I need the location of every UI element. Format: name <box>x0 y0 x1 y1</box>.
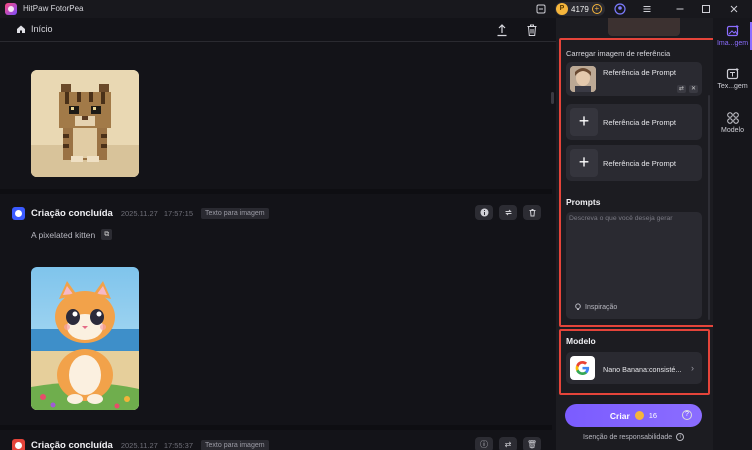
feed-separator <box>0 425 552 430</box>
app-logo-icon <box>5 3 17 15</box>
main-toolbar: Início <box>0 18 556 42</box>
create-label: Criar <box>609 410 630 421</box>
generation-title: Criação concluída <box>31 440 113 450</box>
create-button[interactable]: Criar 16 ? <box>565 404 702 427</box>
panel-scrollbar[interactable] <box>708 95 710 320</box>
copy-icon[interactable]: ⧉ <box>101 229 113 240</box>
info-button[interactable]: ⓘ <box>475 437 493 450</box>
model-heading: Modelo <box>566 336 596 346</box>
image-add-icon <box>726 24 740 38</box>
export-icon[interactable] <box>496 23 508 37</box>
pixel-kitten-image[interactable] <box>31 70 139 177</box>
text-image-icon <box>726 67 740 81</box>
chevron-right-icon: › <box>691 363 694 373</box>
notification-box-icon[interactable] <box>535 3 547 15</box>
feed-scrollbar[interactable] <box>551 92 554 104</box>
prompt-placeholder: Descreva o que você deseja gerar <box>569 215 673 222</box>
credits-badge[interactable]: P 4179 + <box>555 2 605 16</box>
maximize-icon[interactable] <box>700 3 712 15</box>
inspiration-button[interactable]: Inspiração <box>574 303 617 311</box>
info-button[interactable] <box>475 205 493 220</box>
google-logo-icon <box>570 356 595 380</box>
prompts-heading: Prompts <box>566 197 601 207</box>
model-name: Nano Banana:consisté... <box>603 365 682 374</box>
close-icon[interactable] <box>728 3 740 15</box>
menu-icon[interactable] <box>641 3 653 15</box>
trash-icon[interactable] <box>526 23 538 37</box>
regenerate-button[interactable]: ⇄ <box>499 437 517 450</box>
generation-date: 2025.11.27 <box>120 209 158 218</box>
reference-slot-empty[interactable]: + Referência de Prompt <box>566 145 702 181</box>
generation-header: Criação concluída 2025.11.27 17:57:15 Te… <box>12 207 269 220</box>
lightbulb-icon <box>575 303 581 310</box>
inspiration-label: Inspiração <box>585 303 618 311</box>
minimize-icon[interactable] <box>674 3 686 15</box>
reference-label: Referência de Prompt <box>603 68 676 77</box>
rail-label: Tex...gem <box>717 83 748 90</box>
add-reference-icon: + <box>570 149 598 177</box>
generation-type-tag: Texto para imagem <box>201 208 269 219</box>
account-icon[interactable] <box>614 3 626 15</box>
delete-button[interactable]: 🗑 <box>523 437 541 450</box>
coin-icon <box>634 411 644 420</box>
create-cost: 16 <box>648 411 658 420</box>
credits-count: 4179 <box>571 4 589 14</box>
app-title: HitPaw FotorPea <box>23 4 84 13</box>
generation-date: 2025.11.27 <box>120 441 158 450</box>
ai-avatar-icon <box>12 207 25 220</box>
home-label: Início <box>31 24 53 34</box>
regenerate-button[interactable] <box>499 205 517 220</box>
prompt-input[interactable]: Descreva o que você deseja gerar Inspira… <box>566 212 702 319</box>
title-bar: HitPaw FotorPea P 4179 + <box>0 0 752 18</box>
home-nav[interactable]: Início <box>16 24 53 34</box>
panel-top-preview <box>608 18 680 36</box>
swap-icon[interactable]: ⇄ <box>677 85 686 93</box>
reference-thumbnail <box>570 66 596 92</box>
rail-item-model[interactable]: Modelo <box>713 111 752 134</box>
model-grid-icon <box>726 111 740 125</box>
prompt-text: A pixelated kitten <box>31 229 96 240</box>
reference-slot-empty[interactable]: + Referência de Prompt <box>566 104 702 140</box>
ai-avatar-icon <box>12 439 25 450</box>
reference-label: Referência de Prompt <box>603 118 676 127</box>
rail-label: Ima...gem <box>716 40 749 47</box>
model-selector[interactable]: Nano Banana:consisté... › <box>566 352 702 384</box>
reference-section-label: Carregar imagem de referência <box>566 49 671 58</box>
rail-label: Modelo <box>721 127 744 134</box>
rail-item-text-to-image[interactable]: Tex...gem <box>713 67 752 90</box>
disclaimer-link[interactable]: Isenção de responsabilidade i <box>583 433 685 441</box>
delete-button[interactable] <box>523 205 541 220</box>
disclaimer-label: Isenção de responsabilidade <box>583 433 673 441</box>
generation-title: Criação concluída <box>31 208 113 219</box>
feed-separator <box>0 189 552 194</box>
generation-time: 17:57:15 <box>163 209 194 218</box>
delete-reference-icon[interactable]: ✕ <box>689 85 698 93</box>
reference-slot-filled[interactable]: Referência de Prompt ⇄ ✕ <box>566 62 702 96</box>
generation-type-tag: Texto para imagem <box>201 440 269 450</box>
prompt-line: A pixelated kitten ⧉ <box>31 229 113 240</box>
reference-label: Referência de Prompt <box>603 159 676 168</box>
rail-item-image[interactable]: Ima...gem <box>713 24 752 47</box>
home-icon <box>17 25 25 33</box>
cartoon-kitten-image[interactable] <box>31 267 139 410</box>
help-icon[interactable]: ? <box>682 410 692 420</box>
generation-feed: Criação concluída 2025.11.27 17:57:15 Te… <box>0 43 552 450</box>
coin-icon: P <box>556 3 568 15</box>
add-credits-icon[interactable]: + <box>591 4 602 14</box>
add-reference-icon: + <box>570 108 598 136</box>
generation-header: Criação concluída 2025.11.27 17:55:37 Te… <box>12 439 269 450</box>
info-icon: i <box>676 433 685 441</box>
generation-time: 17:55:37 <box>163 441 194 450</box>
